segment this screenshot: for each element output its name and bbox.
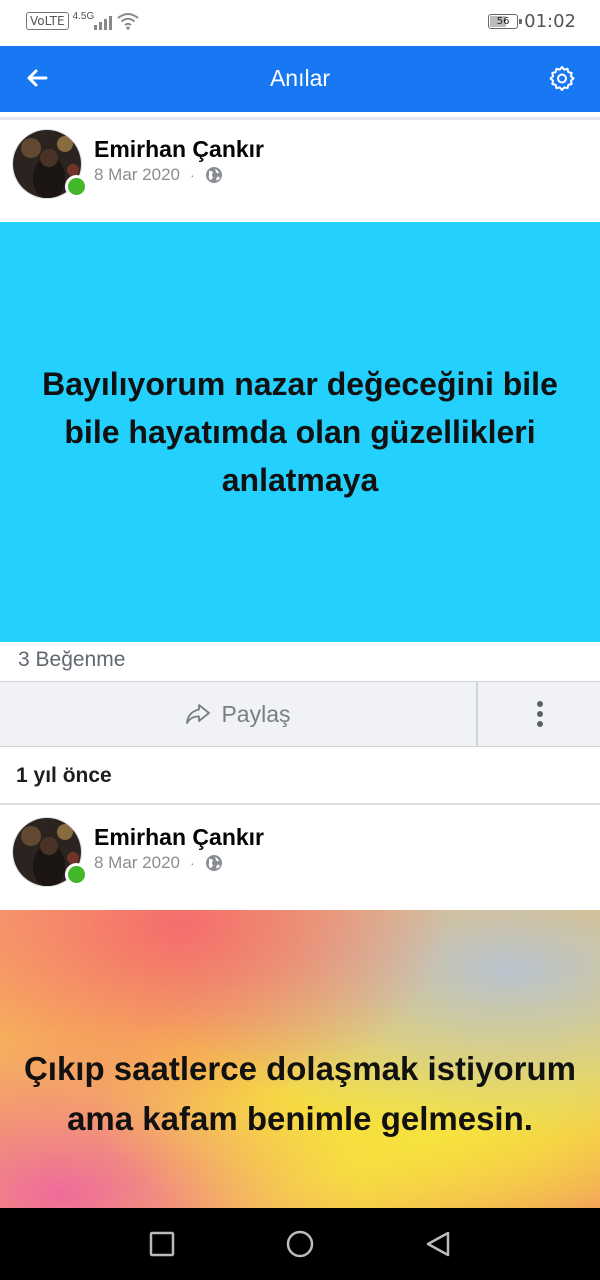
meta-separator: · (190, 855, 195, 871)
divider (0, 803, 600, 805)
signal-icon (94, 12, 113, 30)
clock: 01:02 (524, 11, 576, 32)
gear-icon[interactable] (548, 65, 576, 93)
text-post-background[interactable]: Bayılıyorum nazar değeceğini bile bile h… (0, 222, 600, 642)
meta-separator: · (190, 167, 195, 183)
status-bar: VoLTE 4.5G 56 01:02 (0, 0, 600, 46)
system-nav-bar (0, 1208, 600, 1280)
post-meta: 8 Mar 2020 · (94, 165, 223, 185)
battery-icon: 56 (488, 14, 523, 29)
wifi-icon (117, 13, 139, 30)
square-icon[interactable] (146, 1228, 178, 1260)
more-options-button[interactable] (480, 682, 600, 746)
post-header: Emirhan Çankır 8 Mar 2020 · (0, 808, 600, 908)
triangle-back-icon[interactable] (422, 1228, 454, 1260)
likes-count[interactable]: 3 Beğenme (18, 648, 125, 672)
post-date[interactable]: 8 Mar 2020 (94, 853, 180, 873)
network-type: 4.5G (72, 11, 95, 22)
page-title: Anılar (269, 65, 331, 91)
online-status-dot (65, 175, 88, 198)
share-icon (186, 704, 211, 724)
author-name[interactable]: Emirhan Çankır (94, 824, 264, 851)
share-button[interactable]: Paylaş (0, 682, 478, 746)
post-meta: 8 Mar 2020 · (94, 853, 223, 873)
app-bar: Anılar (0, 46, 600, 112)
share-label: Paylaş (221, 700, 291, 727)
post-header: Emirhan Çankır 8 Mar 2020 · (0, 120, 600, 220)
volte-indicator: VoLTE (26, 12, 69, 30)
post-date[interactable]: 8 Mar 2020 (94, 165, 180, 185)
globe-icon (205, 855, 222, 871)
section-label: 1 yıl önce (16, 764, 112, 787)
circle-icon[interactable] (284, 1228, 316, 1260)
text-post-background[interactable]: Çıkıp saatlerce dolaşmak istiyorum ama k… (0, 910, 600, 1208)
online-status-dot (65, 863, 88, 886)
globe-icon (205, 167, 222, 183)
post-action-bar: Paylaş (0, 681, 600, 747)
post-text: Çıkıp saatlerce dolaşmak istiyorum ama k… (23, 1050, 577, 1137)
post-text: Bayılıyorum nazar değeceğini bile bile h… (42, 366, 558, 498)
more-vertical-icon (537, 699, 543, 729)
battery-level: 56 (496, 16, 510, 27)
author-name[interactable]: Emirhan Çankır (94, 136, 264, 163)
